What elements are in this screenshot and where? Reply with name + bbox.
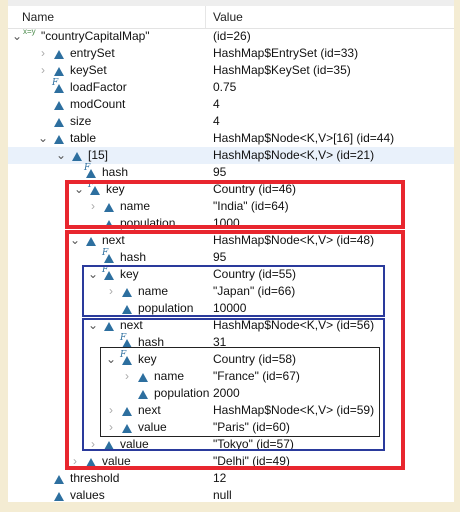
- annotation-box-blue-japan: [82, 265, 385, 317]
- field-icon: [51, 114, 67, 129]
- local-variable-icon: x=y: [23, 27, 36, 36]
- field-icon: [51, 46, 67, 61]
- tree-row-size[interactable]: size 4: [8, 113, 454, 130]
- tree-row-index-15[interactable]: ⌄ [15] HashMap$Node<K,V> (id=21): [8, 147, 454, 164]
- chevron-down-icon[interactable]: ⌄: [11, 28, 23, 45]
- column-header: Name Value: [8, 6, 454, 29]
- variables-panel: Name Value ⌄ x=y "countryCapitalMap" (id…: [8, 0, 454, 502]
- field-icon: [51, 471, 67, 486]
- chevron-down-icon[interactable]: ⌄: [37, 130, 49, 147]
- tree-row-entrySet[interactable]: › entrySet HashMap$EntrySet (id=33): [8, 45, 454, 62]
- field-icon: [51, 131, 67, 146]
- chevron-right-icon[interactable]: ›: [37, 62, 49, 79]
- array-element-icon: [69, 148, 85, 163]
- chevron-down-icon[interactable]: ⌄: [55, 147, 67, 164]
- tree-row-countryCapitalMap[interactable]: ⌄ x=y "countryCapitalMap" (id=26): [8, 28, 454, 45]
- tree-row-hash[interactable]: F hash 95: [8, 163, 454, 181]
- name-column-header[interactable]: Name: [22, 10, 54, 24]
- final-field-icon: F: [51, 78, 67, 95]
- tree-row-loadFactor[interactable]: F loadFactor 0.75: [8, 78, 454, 96]
- field-icon: [51, 97, 67, 112]
- value-column-header[interactable]: Value: [213, 10, 243, 24]
- chevron-right-icon[interactable]: ›: [37, 45, 49, 62]
- column-separator[interactable]: [205, 6, 206, 28]
- tree-row-keySet[interactable]: › keySet HashMap$KeySet (id=35): [8, 62, 454, 79]
- field-icon: [51, 488, 67, 502]
- annotation-box-red-india: [65, 180, 405, 229]
- field-icon: [51, 63, 67, 78]
- tree-row-modCount[interactable]: modCount 4: [8, 96, 454, 113]
- final-field-icon: F: [83, 163, 99, 180]
- tree-row-table[interactable]: ⌄ table HashMap$Node<K,V>[16] (id=44): [8, 130, 454, 147]
- tree-row-threshold[interactable]: threshold 12: [8, 470, 454, 487]
- annotation-box-black-france: [100, 347, 380, 437]
- tree-row-values[interactable]: values null: [8, 487, 454, 502]
